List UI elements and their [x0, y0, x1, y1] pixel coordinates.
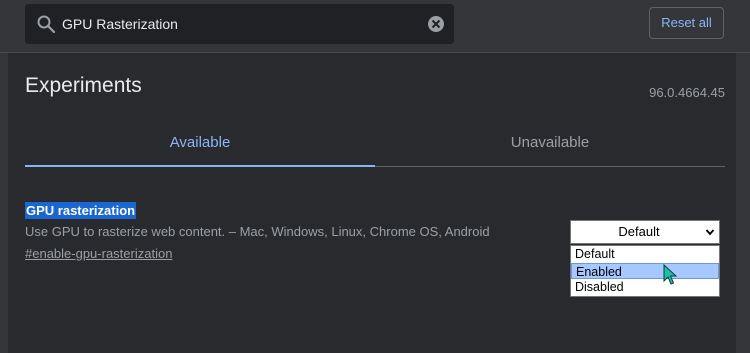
tab-divider [375, 166, 725, 167]
experiment-select[interactable]: Default [570, 220, 720, 244]
select-dropdown: Default Enabled Disabled [570, 245, 720, 297]
page-title: Experiments [25, 74, 142, 97]
tab-active-indicator [25, 165, 375, 167]
reset-all-button[interactable]: Reset all [649, 7, 724, 39]
tab-available[interactable]: Available [25, 124, 375, 162]
search-input[interactable]: GPU Rasterization [62, 4, 412, 44]
option-disabled[interactable]: Disabled [571, 279, 719, 295]
clear-icon[interactable] [427, 15, 445, 33]
experiment-name: GPU rasterization [25, 202, 137, 219]
version-label: 96.0.4664.45 [649, 85, 725, 100]
chevron-down-icon [705, 229, 715, 236]
search-box[interactable]: GPU Rasterization [25, 4, 454, 44]
select-value: Default [618, 224, 660, 239]
cursor-icon [663, 264, 678, 285]
tab-unavailable[interactable]: Unavailable [375, 124, 725, 162]
scrollbar[interactable] [738, 53, 750, 353]
experiment-description: Use GPU to rasterize web content. – Mac,… [25, 224, 490, 239]
search-icon [37, 15, 56, 34]
option-default[interactable]: Default [571, 246, 719, 262]
experiment-link[interactable]: #enable-gpu-rasterization [25, 246, 172, 261]
option-enabled[interactable]: Enabled [571, 263, 719, 279]
